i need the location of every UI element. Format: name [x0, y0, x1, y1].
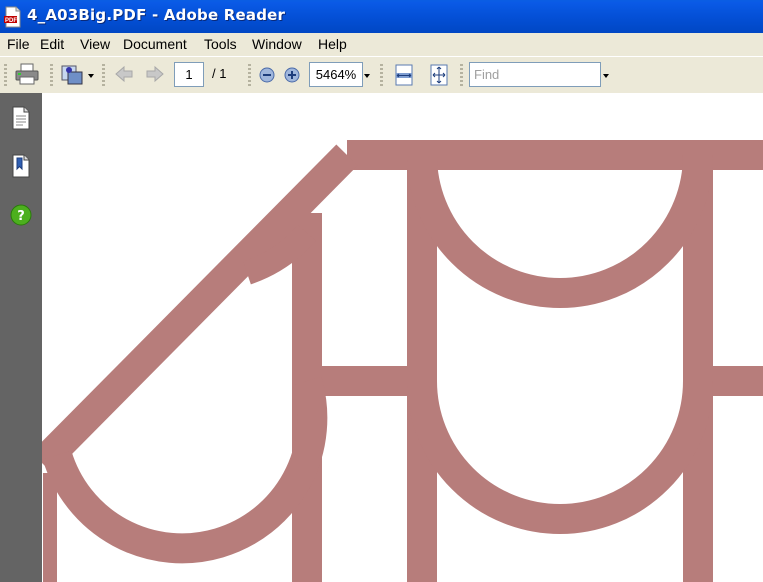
print-icon[interactable] — [14, 62, 40, 86]
menu-edit[interactable]: Edit — [40, 36, 64, 52]
menu-view[interactable]: View — [80, 36, 110, 52]
menu-document[interactable]: Document — [123, 36, 187, 52]
menu-window[interactable]: Window — [252, 36, 302, 52]
pdf-file-icon: PDF — [4, 6, 21, 28]
help-icon[interactable]: ? — [10, 204, 32, 226]
toolbar-grip[interactable] — [4, 64, 7, 86]
glyph-arc-top — [407, 154, 713, 308]
toolbar-grip[interactable] — [460, 64, 463, 86]
menu-bar: File Edit View Document Tools Window Hel… — [0, 33, 763, 56]
next-page-icon[interactable] — [145, 65, 165, 83]
previous-page-icon[interactable] — [114, 65, 134, 83]
zoom-in-icon[interactable] — [283, 66, 301, 84]
select-tool-icon[interactable] — [59, 62, 87, 86]
toolbar: 1 / 1 5464% — [0, 56, 763, 94]
menu-file[interactable]: File — [7, 36, 30, 52]
glyph-arc-bottom — [407, 380, 713, 534]
menu-help[interactable]: Help — [318, 36, 347, 52]
navigation-panel: ? — [0, 93, 42, 582]
pdf-page-content — [42, 140, 763, 582]
toolbar-grip[interactable] — [102, 64, 105, 86]
page-number-input[interactable]: 1 — [174, 62, 204, 87]
window-title: 4_A03Big.PDF - Adobe Reader — [27, 6, 286, 24]
menu-tools[interactable]: Tools — [204, 36, 237, 52]
zoom-out-icon[interactable] — [258, 66, 276, 84]
zoom-level-input[interactable]: 5464% — [309, 62, 363, 87]
document-view[interactable] — [42, 93, 763, 582]
bookmarks-icon[interactable] — [10, 153, 32, 179]
svg-text:?: ? — [17, 209, 25, 224]
fit-width-icon[interactable] — [393, 63, 415, 87]
select-tool-dropdown-icon[interactable] — [88, 74, 94, 78]
svg-text:PDF: PDF — [5, 18, 17, 24]
zoom-dropdown-icon[interactable] — [364, 74, 370, 78]
pages-icon[interactable] — [10, 105, 32, 131]
page-total: / 1 — [212, 66, 227, 81]
fit-page-icon[interactable] — [428, 63, 450, 87]
find-dropdown-icon[interactable] — [603, 74, 609, 78]
title-bar[interactable]: PDF 4_A03Big.PDF - Adobe Reader — [0, 0, 763, 33]
find-field[interactable] — [469, 62, 601, 87]
toolbar-grip[interactable] — [380, 64, 383, 86]
toolbar-grip[interactable] — [50, 64, 53, 86]
toolbar-grip[interactable] — [248, 64, 251, 86]
find-input[interactable] — [474, 64, 594, 85]
